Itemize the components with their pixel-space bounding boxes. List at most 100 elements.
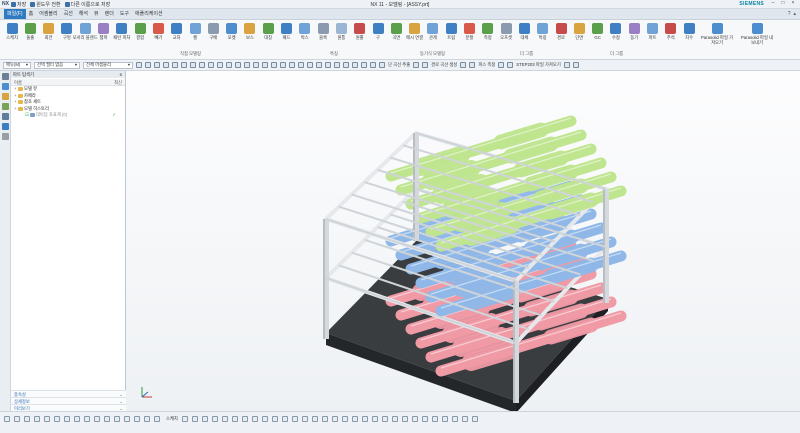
toolbar-icon[interactable] [422,62,429,68]
toolbar-command-3[interactable]: STEP203 파일 가져오기 [516,62,561,68]
assembly-model[interactable] [126,71,800,413]
ribbon-button-15[interactable]: 패드 [278,23,296,40]
sketch-tool-icon[interactable] [351,415,358,422]
snap-tool-icon[interactable] [226,62,232,68]
sketch-tool-icon[interactable] [371,415,378,422]
ribbon-button-23[interactable]: 관계 [424,23,442,40]
tab-2[interactable]: 어셈블리 [36,9,60,19]
ribbon-button-33[interactable]: 수정 [607,23,625,40]
selection-filter-dropdown[interactable]: 선택 필터 없음 ▾ [34,61,80,69]
toolbar-icon[interactable] [469,62,476,68]
ribbon-button-10[interactable]: 셸 [186,23,204,40]
ribbon-button-13[interactable]: 보스 [241,23,259,40]
sketch-tool-icon[interactable] [221,415,228,422]
snap-tool-icon[interactable] [172,62,178,68]
ribbon-button-25[interactable]: 분할 [461,23,479,40]
sketch-tool-icon[interactable] [421,415,428,422]
view-tool-icon[interactable] [144,415,150,422]
sketch-tool-icon[interactable] [391,415,398,422]
tab-3[interactable]: 곡선 [61,9,76,19]
tab-6[interactable]: 렌더 [102,9,117,19]
ribbon-button-24[interactable]: 트림 [442,23,460,40]
graphics-window[interactable] [126,71,800,413]
close-button[interactable]: × [788,0,798,6]
ribbon-button-28[interactable]: 대체 [515,23,533,40]
snap-tool-icon[interactable] [190,62,196,68]
ribbon-button-6[interactable]: 패턴 피처 [113,23,131,40]
sketch-tool-icon[interactable] [331,415,338,422]
sketch-tool-icon[interactable] [381,415,388,422]
ribbon-button-17[interactable]: 블록 [314,23,332,40]
ribbon-button-32[interactable]: GC [589,23,607,40]
sketch-tool-icon[interactable] [271,415,278,422]
ribbon-button-29[interactable]: 특징 [534,23,552,40]
toolbar-icon[interactable] [413,62,420,68]
chevron-down-icon[interactable]: ⌄ [119,398,123,404]
part-navigator-icon[interactable] [1,93,9,100]
tab-8[interactable]: 애플리케이션 [132,9,166,19]
toolbar-command-0[interactable]: 단 곡선 추출 [388,62,410,68]
ribbon-button-34[interactable]: 동기 [625,23,643,40]
switch-window-button[interactable]: 윈도우 전환 [30,1,61,8]
ribbon-button-30[interactable]: 경로 [552,23,570,40]
ribbon-button-12[interactable]: 포켓 [223,23,241,40]
snap-tool-icon[interactable] [208,62,214,68]
view-tool-icon[interactable] [4,415,10,422]
ribbon-button-21[interactable]: 곡면 [387,23,405,40]
sketch-tool-icon[interactable] [361,415,368,422]
tab-0[interactable]: 파일(F) [4,9,26,19]
parasolid-button-1[interactable]: Parasolid 파일 내보내기 [740,23,774,45]
sketch-tool-icon[interactable] [291,415,298,422]
snap-tool-icon[interactable] [235,62,241,68]
sketch-tool-icon[interactable] [471,415,478,422]
ribbon-button-18[interactable]: 원통 [332,23,350,40]
ribbon-button-26[interactable]: 측정 [479,23,497,40]
tab-5[interactable]: 뷰 [91,9,102,19]
navigator-menu-icon[interactable]: ≡ [119,71,122,78]
minimize-button[interactable]: – [768,0,778,6]
parasolid-button-0[interactable]: Parasolid 파일 가져오기 [700,23,734,45]
sketch-tool-icon[interactable] [451,415,458,422]
view-tool-icon[interactable] [64,415,70,422]
panel-1[interactable]: 상세정보 ⌄ [11,397,126,404]
ribbon-button-4[interactable]: 모서리 블렌드 [73,23,98,40]
constraint-navigator-icon[interactable] [1,103,9,110]
snap-tool-icon[interactable] [289,62,295,68]
snap-tool-icon[interactable] [334,62,340,68]
sketch-tool-icon[interactable] [241,415,248,422]
snap-tool-icon[interactable] [370,62,376,68]
tab-4[interactable]: 해석 [76,9,91,19]
ribbon-button-11[interactable]: 구배 [204,23,222,40]
ribbon-button-36[interactable]: 주석 [662,23,680,40]
assembly-navigator-icon[interactable] [1,83,9,90]
view-tool-icon[interactable] [54,415,60,422]
view-tool-icon[interactable] [84,415,90,422]
view-tool-icon[interactable] [134,415,140,422]
ribbon-button-22[interactable]: 메시 연결 [406,23,424,40]
view-tool-icon[interactable] [124,415,130,422]
snap-tool-icon[interactable] [325,62,331,68]
collapse-ribbon-icon[interactable]: ▴ [793,11,796,17]
sketch-tool-icon[interactable] [431,415,438,422]
toolbar-icon[interactable] [572,62,579,68]
snap-tool-icon[interactable] [217,62,223,68]
view-tool-icon[interactable] [74,415,80,422]
toolbar-command-1[interactable]: 경로 곡선 생성 [431,62,457,68]
panel-0[interactable]: 종속성 ⌄ [11,390,126,397]
web-browser-icon[interactable] [1,123,9,130]
snap-tool-icon[interactable] [262,62,268,68]
snap-tool-icon[interactable] [145,62,151,68]
toolbar-icon[interactable] [507,62,514,68]
snap-tool-icon[interactable] [343,62,349,68]
help-icon[interactable]: ? [788,11,791,17]
scope-dropdown[interactable]: 전체 어셈블리 ▾ [83,61,133,69]
sketch-tool-icon[interactable] [301,415,308,422]
toolbar-icon[interactable] [563,62,570,68]
snap-tool-icon[interactable] [163,62,169,68]
settings-icon[interactable] [1,73,9,80]
ribbon-button-16[interactable]: 박스 [296,23,314,40]
ribbon-button-37[interactable]: 치수 [680,23,698,40]
maximize-button[interactable]: □ [778,0,788,6]
sketch-tool-icon[interactable] [261,415,268,422]
ribbon-button-8[interactable]: 빼기 [149,23,167,40]
